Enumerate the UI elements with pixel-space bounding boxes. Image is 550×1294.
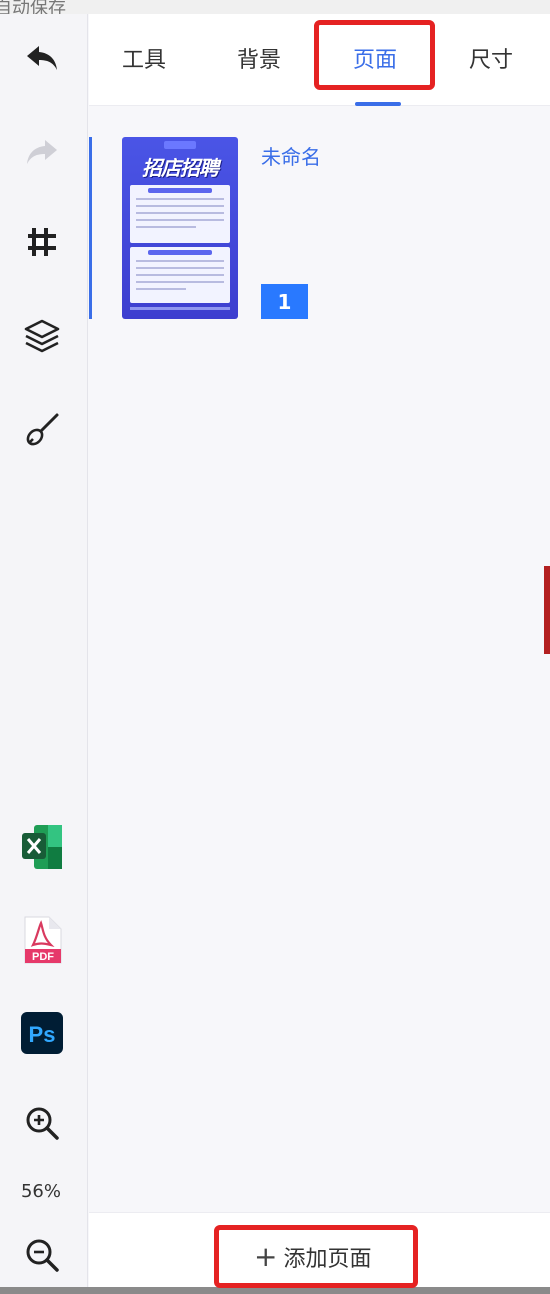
excel-export-button[interactable] <box>20 825 64 869</box>
tab-background[interactable]: 背景 <box>237 42 281 74</box>
canvas-edge <box>544 566 550 654</box>
ps-export-button[interactable]: Ps <box>20 1011 64 1055</box>
layers-icon <box>24 319 60 353</box>
zoom-level: 56% <box>20 1181 61 1202</box>
thumbnail-headline: 招店招聘 <box>142 156 219 180</box>
pdf-export-button[interactable]: PDF <box>20 916 64 964</box>
active-tab-indicator <box>355 102 401 106</box>
selected-page-indicator <box>89 137 92 319</box>
page-name[interactable]: 未命名 <box>261 141 321 170</box>
redo-icon <box>27 140 57 164</box>
crop-icon <box>28 228 56 256</box>
photoshop-export-icon: Ps <box>21 1012 63 1054</box>
autosave-text: 自动保存 <box>0 0 66 14</box>
panel-footer: + 添加页面 <box>89 1212 550 1288</box>
page-number-badge: 1 <box>261 284 308 319</box>
thumbnail-card-bottom <box>130 247 230 303</box>
window-title-strip: 自动保存 <box>0 0 550 14</box>
undo-button[interactable] <box>20 36 64 80</box>
pages-panel: 招店招聘 未命名 1 <box>89 107 550 1212</box>
crop-button[interactable] <box>20 220 64 264</box>
redo-button[interactable] <box>20 130 64 174</box>
excel-export-icon <box>22 825 62 869</box>
thumbnail-footer <box>130 307 230 310</box>
layers-button[interactable] <box>20 314 64 358</box>
pdf-label: PDF <box>32 951 54 963</box>
left-toolbar: PDF Ps 56% <box>0 14 88 1287</box>
thumbnail-card-top <box>130 185 230 243</box>
panel-tabs: 工具 背景 页面 尺寸 <box>89 14 550 106</box>
annotation-highlight-pages-tab <box>314 20 435 90</box>
zoom-in-icon <box>26 1107 59 1140</box>
tab-size[interactable]: 尺寸 <box>469 42 513 74</box>
page-thumbnail[interactable]: 招店招聘 <box>122 137 238 319</box>
undo-icon <box>27 46 57 70</box>
thumbnail-tag <box>164 141 196 149</box>
page-list-item[interactable]: 招店招聘 未命名 1 <box>89 137 550 319</box>
zoom-out-button[interactable] <box>20 1233 64 1277</box>
pdf-export-icon: PDF <box>24 916 62 964</box>
brush-icon <box>26 413 59 446</box>
annotation-highlight-add-page <box>214 1225 418 1288</box>
ps-label: Ps <box>29 1022 56 1047</box>
zoom-in-button[interactable] <box>20 1101 64 1145</box>
editor-app: PDF Ps 56% 工具 背景 页面 尺寸 招店招聘 未命名 1 + 添加页面 <box>0 14 550 1288</box>
zoom-out-icon <box>26 1239 59 1272</box>
tab-tools[interactable]: 工具 <box>122 42 166 74</box>
brush-button[interactable] <box>20 408 64 452</box>
